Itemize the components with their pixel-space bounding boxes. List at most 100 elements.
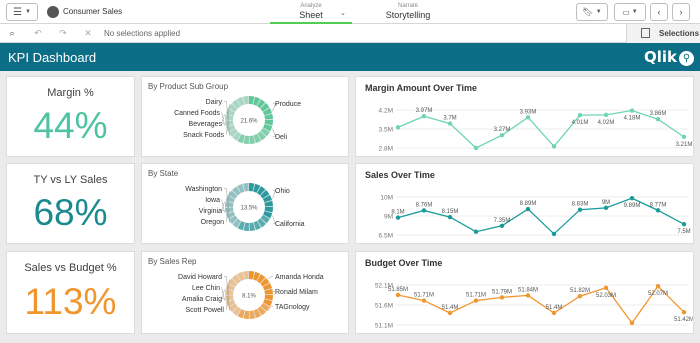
chart-card-sales-over-time[interactable]: Sales Over Time 10M 9M 6.5M 8.1M 8.76M 8.15M 7…: [355, 163, 694, 244]
app-globe-icon: [47, 6, 59, 18]
data-point[interactable]: [655, 117, 661, 122]
data-point[interactable]: [629, 195, 635, 201]
sheet-view-button[interactable]: ▭ ▼: [614, 3, 646, 21]
data-point[interactable]: [525, 293, 531, 298]
qlik-logo: Qlik ⚲: [644, 48, 694, 66]
data-point[interactable]: [447, 214, 453, 220]
kpi-value: 68%: [33, 192, 108, 233]
donut-label: Scott Powell: [185, 307, 224, 314]
donut-chart[interactable]: 8.1% David Howard Lee Chin Amalia Craig Scot…: [142, 252, 348, 333]
donut-card-product-sub-group[interactable]: By Product Sub Group 21.6% Dairy Canned Fo…: [141, 76, 349, 157]
line-chart[interactable]: 4.2M 3.5M 2.8M 3.97M 3.7M 3.27M 3.93M 4.01M 4.02…: [356, 77, 693, 156]
data-point[interactable]: [681, 221, 687, 227]
data-label: 51.79M: [492, 289, 512, 295]
tab-narrate-storytelling[interactable]: Narrate Storytelling: [378, 2, 438, 21]
donut-leader-line: [221, 201, 225, 211]
narrate-label: Narrate: [397, 3, 418, 9]
data-point[interactable]: [629, 108, 635, 113]
step-back-icon[interactable]: ↶: [32, 27, 44, 39]
monitor-icon: ▭: [622, 7, 630, 17]
data-point[interactable]: [421, 298, 427, 303]
data-label: 3.97M: [416, 108, 433, 114]
data-point[interactable]: [603, 112, 609, 118]
chart-card-margin-over-time[interactable]: Margin Amount Over Time 4.2M 3.5M 2.8M 3.97…: [355, 76, 694, 157]
data-point[interactable]: [499, 133, 505, 138]
donut-label: Dairy: [206, 99, 223, 106]
data-point[interactable]: [473, 298, 479, 303]
clear-selections-icon[interactable]: ✕: [82, 27, 94, 39]
data-label: 51.42M: [674, 317, 693, 323]
donut-label: David Howard: [178, 274, 222, 281]
donut-label: Oregon: [201, 219, 224, 226]
kpi-label: TY vs LY Sales: [33, 174, 108, 186]
dashboard-title: KPI Dashboard: [8, 50, 97, 65]
previous-sheet-button[interactable]: ‹: [650, 3, 668, 21]
donut-label: Beverages: [189, 121, 223, 128]
data-point[interactable]: [473, 145, 479, 151]
step-forward-icon[interactable]: ↷: [57, 27, 69, 39]
donut-chart[interactable]: 13.5% Washington Iowa Virginia Oregon Ohio Cal…: [142, 164, 348, 243]
data-point[interactable]: [421, 208, 427, 213]
data-point[interactable]: [655, 284, 661, 289]
data-point[interactable]: [525, 115, 531, 120]
selection-bar: ⌕ ↶ ↷ ✕ No selections applied Selections: [0, 24, 700, 43]
donut-card-state[interactable]: By State 13.5% Washington Iowa Virginia Oreg…: [141, 163, 349, 244]
sheet-dropdown-chevron-icon[interactable]: ⌄: [340, 9, 346, 17]
kpi-label: Sales vs Budget %: [24, 262, 117, 274]
smart-search-icon[interactable]: ⌕: [6, 27, 18, 39]
data-point[interactable]: [551, 144, 557, 149]
chart-card-budget-over-time[interactable]: Budget Over Time 52.1M 51.6M 51.1M 51.85M 51…: [355, 251, 694, 334]
data-label: 3.7M: [443, 116, 456, 122]
kpi-value: 113%: [24, 281, 117, 322]
data-point[interactable]: [395, 125, 401, 130]
data-point[interactable]: [603, 285, 609, 290]
line-chart[interactable]: 52.1M51.6M51.1M51.85M51.71M51.4M51.71M51…: [356, 252, 693, 333]
kpi-card-ty-vs-ly[interactable]: TY vs LY Sales 68%: [6, 163, 135, 244]
hamburger-icon: ☰: [13, 6, 22, 18]
next-sheet-button[interactable]: ›: [672, 3, 690, 21]
data-point[interactable]: [525, 206, 531, 212]
data-point[interactable]: [395, 292, 401, 298]
data-point[interactable]: [681, 310, 687, 315]
data-point[interactable]: [499, 295, 505, 300]
data-label: 51.4M: [442, 305, 459, 311]
kpi-card-margin[interactable]: Margin % 44%: [6, 76, 135, 157]
donut-label: Amalia Craig: [182, 296, 222, 303]
donut-center-value: 21.6%: [240, 119, 258, 125]
data-point[interactable]: [603, 205, 609, 211]
data-point[interactable]: [681, 134, 687, 140]
data-label: 8.83M: [572, 202, 589, 208]
data-point[interactable]: [551, 231, 557, 237]
selections-button[interactable]: Selections: [626, 24, 700, 43]
data-point[interactable]: [551, 310, 557, 316]
line-chart[interactable]: 10M9M6.5M8.1M8.76M8.15M7.35M8.89M 8.83M 9M…: [356, 164, 693, 243]
donut-center-value: 8.1%: [242, 294, 256, 300]
data-label: 51.85M: [388, 287, 408, 293]
kpi-label: Margin %: [47, 87, 94, 99]
data-point[interactable]: [577, 294, 583, 299]
data-point[interactable]: [577, 207, 583, 212]
data-point[interactable]: [447, 310, 453, 316]
menu-button[interactable]: ☰ ▼: [6, 3, 38, 21]
data-label: 7.5M: [677, 229, 690, 235]
donut-label: Produce: [275, 101, 301, 108]
data-label: 4.01M: [572, 120, 589, 126]
data-point[interactable]: [473, 229, 479, 234]
data-point[interactable]: [655, 208, 661, 213]
bookmark-icon: 🔖︎: [582, 6, 594, 17]
kpi-card-sales-vs-budget[interactable]: Sales vs Budget % 113%: [6, 251, 135, 334]
data-point[interactable]: [395, 215, 401, 220]
data-point[interactable]: [499, 223, 505, 228]
data-point[interactable]: [421, 114, 427, 119]
donut-chart[interactable]: 21.6% Dairy Canned Foods Beverages Snack Foo…: [142, 77, 348, 156]
donut-label: Lee Chin: [192, 285, 220, 292]
no-selections-text: No selections applied: [104, 29, 181, 38]
data-point[interactable]: [577, 112, 583, 118]
donut-label: California: [275, 221, 305, 228]
data-point[interactable]: [629, 320, 635, 326]
donut-card-sales-rep[interactable]: By Sales Rep 8.1% David Howard Lee Chin Ama…: [141, 251, 349, 334]
selections-label: Selections: [659, 29, 700, 38]
bookmark-button[interactable]: 🔖︎ ▼: [576, 3, 608, 21]
data-point[interactable]: [447, 121, 453, 126]
data-label: 9.89M: [624, 203, 641, 209]
